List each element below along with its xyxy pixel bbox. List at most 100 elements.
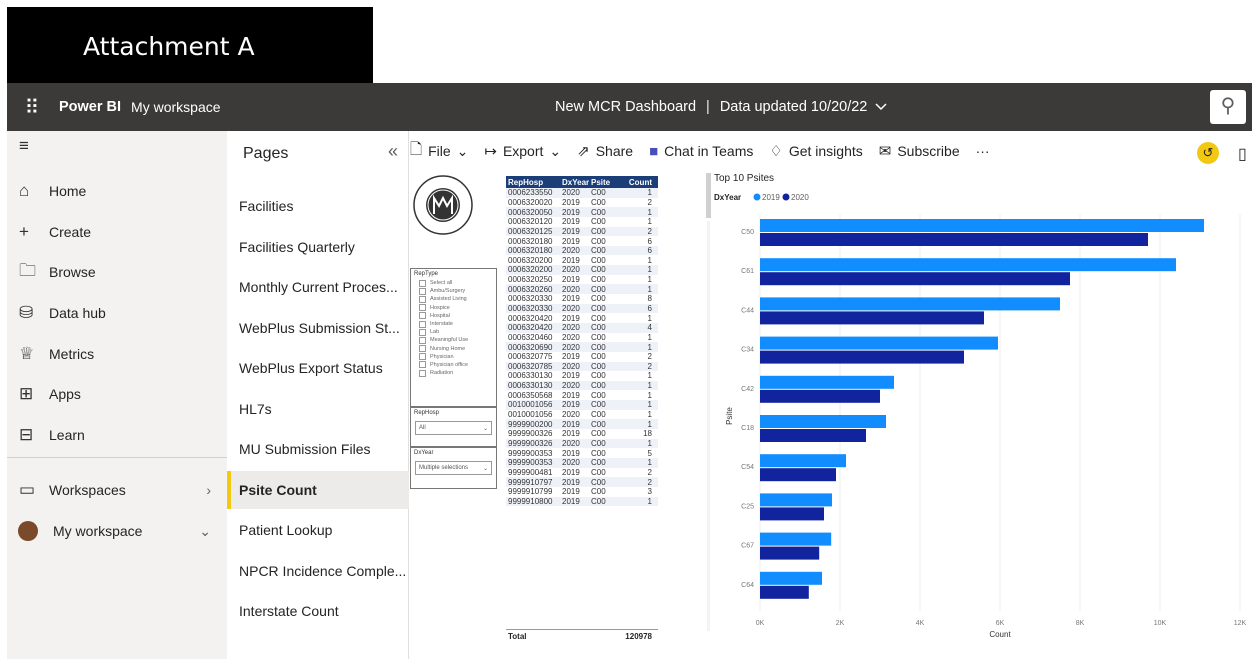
legend-marker (753, 193, 761, 201)
subscribe-button[interactable]: ✉ Subscribe (879, 142, 960, 160)
nav-item-data-hub[interactable]: ⛁ Data hub (7, 298, 227, 328)
column-header[interactable]: DxYear (560, 178, 589, 187)
table-row[interactable]: 0006320125 2019 C00 2 (506, 226, 658, 237)
chevron-down-icon: ⌄ (549, 142, 562, 159)
table-cell: C00 (591, 458, 606, 468)
table-row[interactable]: 0006320200 2019 C00 1 (506, 255, 658, 265)
hamburger-menu-icon[interactable]: ≡ (7, 131, 227, 161)
app-launcher-icon[interactable]: ⠿ (7, 95, 55, 120)
nav-item-learn[interactable]: ⊟ Learn (7, 420, 227, 450)
page-item[interactable]: MU Submission Files (227, 430, 409, 468)
nav-item-workspaces[interactable]: ▭ Workspaces › (7, 475, 227, 505)
page-item-selected[interactable]: Psite Count (227, 471, 409, 509)
table-row[interactable]: 0006330130 2019 C00 1 (506, 371, 658, 381)
table-row[interactable]: 9999900353 2019 C00 5 (506, 448, 658, 458)
page-item[interactable]: Facilities (227, 187, 409, 225)
column-header[interactable]: Count (617, 178, 656, 187)
reset-icon[interactable]: ↺ (1197, 142, 1219, 164)
table-row[interactable]: 0006320020 2019 C00 2 (506, 198, 658, 208)
bookmark-icon[interactable]: ▯ (1238, 144, 1247, 164)
dxyear-slicer[interactable]: DxYear Multiple selections ⌄ (410, 447, 497, 489)
rephosp-slicer[interactable]: RepHosp All ⌄ (410, 407, 497, 447)
table-row[interactable]: 0006320330 2019 C00 8 (506, 294, 658, 304)
rephosp-dropdown[interactable]: All ⌄ (415, 421, 492, 435)
table-row[interactable]: 9999910799 2019 C00 3 (506, 487, 658, 497)
table-cell: C00 (591, 197, 606, 207)
table-row[interactable]: 0006320180 2020 C00 6 (506, 245, 658, 256)
table-row[interactable]: 0006320690 2020 C00 1 (506, 342, 658, 352)
export-menu[interactable]: ↦ Export ⌄ (484, 142, 562, 161)
table-row[interactable]: 0006320120 2019 C00 1 (506, 217, 658, 227)
get-insights-button[interactable]: ♢ Get insights (769, 142, 862, 160)
nav-item-browse[interactable]: 🗀 Browse (7, 257, 227, 287)
nav-item-apps[interactable]: ⊞ Apps (7, 379, 227, 409)
slicer-option[interactable]: Meaningful Use (411, 336, 496, 344)
nav-item-create[interactable]: + Create (7, 217, 227, 247)
table-row[interactable]: 0006330130 2020 C00 1 (506, 380, 658, 391)
share-button[interactable]: ⇗ Share (577, 142, 633, 160)
search-icon[interactable]: ⚲ (1210, 90, 1246, 124)
table-row[interactable]: 0006320260 2020 C00 1 (506, 284, 658, 295)
dxyear-dropdown[interactable]: Multiple selections ⌄ (415, 461, 492, 475)
workspace-breadcrumb[interactable]: My workspace (131, 99, 220, 115)
table-row[interactable]: 9999900481 2019 C00 2 (506, 468, 658, 478)
page-item[interactable]: HL7s (227, 390, 409, 428)
table-row[interactable]: 0006320785 2020 C00 2 (506, 361, 658, 372)
reptype-slicer[interactable]: RepType Select all Ambu/Surgery Assisted… (410, 268, 497, 407)
table-row[interactable]: 0010001056 2020 C00 1 (506, 410, 658, 420)
table-row[interactable]: 9999900353 2020 C00 1 (506, 457, 658, 468)
table-row[interactable]: 0006320420 2020 C00 4 (506, 322, 658, 333)
table-row[interactable]: 9999900326 2020 C00 1 (506, 438, 658, 449)
table-row[interactable]: 0006233550 2020 C00 1 (506, 188, 658, 198)
slicer-option[interactable]: Nursing Home (411, 345, 496, 353)
table-row[interactable]: 0006320420 2019 C00 1 (506, 313, 658, 323)
table-row[interactable]: 0006320250 2019 C00 1 (506, 275, 658, 285)
page-item[interactable]: WebPlus Export Status (227, 349, 409, 387)
page-item[interactable]: Facilities Quarterly (227, 228, 409, 266)
slicer-option[interactable]: Physician office (411, 361, 496, 369)
nav-item-metrics[interactable]: ♕ Metrics (7, 339, 227, 369)
chat-in-teams-button[interactable]: ■ Chat in Teams (649, 143, 753, 160)
page-item[interactable]: Interstate Count (227, 592, 409, 630)
page-item[interactable]: NPCR Incidence Comple... (227, 552, 409, 590)
bar-2020-C44 (760, 311, 984, 325)
slicer-option[interactable]: Lab (411, 328, 496, 336)
table-row[interactable]: 9999900200 2019 C00 1 (506, 419, 658, 430)
page-item[interactable]: WebPlus Submission St... (227, 309, 409, 347)
table-row[interactable]: 0006320180 2019 C00 6 (506, 236, 658, 246)
slicer-option[interactable]: Interstate (411, 320, 496, 328)
nav-item-home[interactable]: ⌂ Home (7, 176, 227, 206)
table-row[interactable]: 0006320200 2020 C00 1 (506, 265, 658, 275)
table-row[interactable]: 0006320775 2019 C00 2 (506, 352, 658, 362)
table-cell: 8 (647, 294, 652, 304)
more-options-button[interactable]: ··· (976, 143, 990, 159)
column-header[interactable]: RepHosp (506, 178, 560, 187)
report-title[interactable]: New MCR Dashboard (555, 99, 696, 115)
nav-item-my-workspace[interactable]: My workspace ⌄ (7, 516, 227, 546)
file-menu[interactable]: 🗋 File ⌄ (410, 139, 468, 164)
table-row[interactable]: 9999910800 2019 C00 1 (506, 496, 658, 507)
table-body: 0006233550 2020 C00 1 0006320020 2019 C00 2 0006… (506, 188, 658, 507)
column-header[interactable]: Psite (589, 178, 617, 187)
table-row[interactable]: 0006320330 2020 C00 6 (506, 303, 658, 314)
slicer-option[interactable]: Assisted Living (411, 295, 496, 303)
brand-label[interactable]: Power BI (59, 99, 121, 115)
slicer-option[interactable]: Hospital (411, 312, 496, 320)
data-updated-label[interactable]: Data updated 10/20/22 (720, 99, 868, 115)
table-row[interactable]: 0010001056 2019 C00 1 (506, 400, 658, 410)
chevron-down-icon[interactable] (875, 99, 887, 115)
page-item[interactable]: Patient Lookup (227, 511, 409, 549)
table-row[interactable]: 0006350568 2019 C00 1 (506, 390, 658, 400)
slicer-option[interactable]: Hospice (411, 304, 496, 312)
table-row[interactable]: 9999910797 2019 C00 2 (506, 477, 658, 487)
table-row[interactable]: 0006320460 2020 C00 1 (506, 333, 658, 343)
collapse-pane-icon[interactable]: « (388, 141, 398, 162)
table-row[interactable]: 0006320050 2019 C00 1 (506, 207, 658, 217)
table-cell: 0006320330 (508, 294, 553, 304)
page-item[interactable]: Monthly Current Proces... (227, 268, 409, 306)
slicer-option[interactable]: Radiation (411, 369, 496, 377)
table-row[interactable]: 9999900326 2019 C00 18 (506, 429, 658, 439)
slicer-option[interactable]: Physician (411, 353, 496, 361)
slicer-option[interactable]: Select all (411, 279, 496, 287)
slicer-option[interactable]: Ambu/Surgery (411, 287, 496, 295)
